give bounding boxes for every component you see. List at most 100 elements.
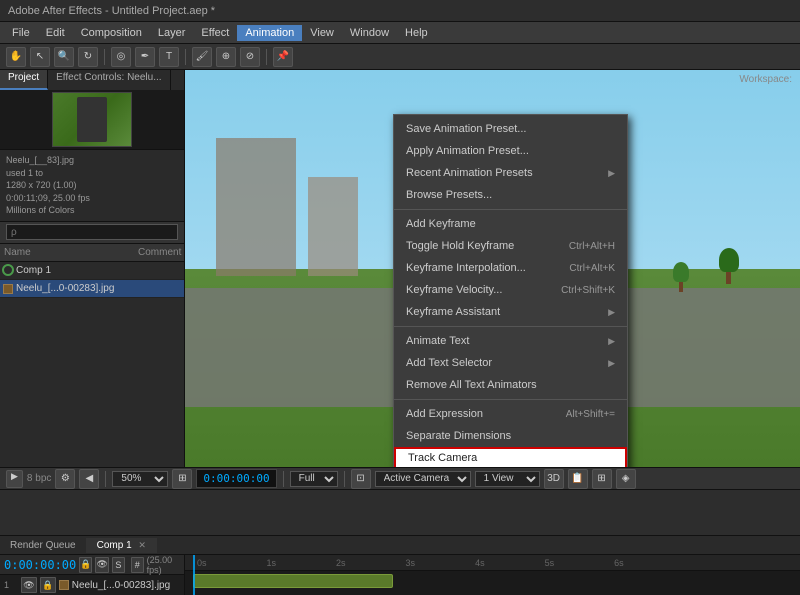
btn-view-options[interactable]: ⊡ (351, 469, 371, 489)
mark-3: 3s (406, 558, 416, 568)
btn-visibility[interactable]: 👁 (95, 557, 108, 573)
btn-layer-lock[interactable]: 🔒 (40, 577, 56, 593)
menu-edit[interactable]: Edit (38, 25, 73, 41)
toolbar-select-tool[interactable]: ↖ (30, 47, 50, 67)
menu-remove-all-text-animators[interactable]: Remove All Text Animators (394, 374, 627, 396)
camera-select[interactable]: Active Camera (375, 471, 471, 487)
animation-dropdown-menu: Save Animation Preset... Apply Animation… (393, 114, 628, 467)
left-panel: Project Effect Controls: Neelu... Neelu_… (0, 70, 185, 467)
toolbar-camera-tool[interactable]: ◎ (111, 47, 131, 67)
menu-label: Toggle Hold Keyframe (406, 240, 514, 252)
layer-name-1: Neelu_[...0-00283].jpg (59, 580, 180, 591)
timeline-controls: 0:00:00:00 🔒 👁 S # (25.00 fps) (0, 555, 184, 575)
btn-settings[interactable]: ⚙ (55, 469, 75, 489)
sep (105, 471, 106, 487)
file-used: used 1 to (6, 167, 178, 180)
menu-label: Keyframe Assistant (406, 306, 500, 318)
separator-1 (394, 209, 627, 210)
comp1-tab-label: Comp 1 (97, 540, 132, 551)
project-search-input[interactable] (6, 224, 178, 240)
menu-animation[interactable]: Animation (237, 25, 302, 41)
btn-grid[interactable]: ⊞ (592, 469, 612, 489)
toolbar-text-tool[interactable]: T (159, 47, 179, 67)
btn-comp-settings[interactable]: 📋 (568, 469, 588, 489)
sep3 (344, 471, 345, 487)
submenu-arrow: ▶ (608, 168, 615, 179)
layer-row-1[interactable]: 1 👁 🔒 Neelu_[...0-00283].jpg (0, 575, 184, 595)
btn-frame-rate[interactable]: # (131, 557, 144, 573)
sep2 (283, 471, 284, 487)
timeline-playhead[interactable] (193, 555, 195, 595)
zoom-select[interactable]: 50% 100% (112, 471, 168, 487)
menu-keyframe-velocity[interactable]: Keyframe Velocity... Ctrl+Shift+K (394, 279, 627, 301)
btn-transparency[interactable]: ◈ (616, 469, 636, 489)
toolbar-rotate-tool[interactable]: ↻ (78, 47, 98, 67)
menu-separate-dimensions[interactable]: Separate Dimensions (394, 425, 627, 447)
file-color: Millions of Colors (6, 204, 178, 217)
quality-select[interactable]: Full Half (290, 471, 338, 487)
layer-img-icon (59, 580, 69, 591)
menu-add-expression[interactable]: Add Expression Alt+Shift+= (394, 403, 627, 425)
menu-add-keyframe[interactable]: Add Keyframe (394, 213, 627, 235)
shortcut: Ctrl+Alt+H (569, 241, 615, 252)
menu-apply-animation-preset[interactable]: Apply Animation Preset... (394, 140, 627, 162)
comp-controls-row: ▶ 8 bpc ⚙ ◀ 50% 100% ⊞ 0:00:00:00 Full H… (0, 468, 800, 490)
file-row-comp1[interactable]: Comp 1 (0, 262, 184, 280)
btn-preview[interactable]: ◀ (79, 469, 99, 489)
bottom-toolbar: ▶ 8 bpc ⚙ ◀ 50% 100% ⊞ 0:00:00:00 Full H… (0, 467, 800, 535)
toolbar-brush-tool[interactable]: 🖌 (192, 47, 212, 67)
timeline-ruler: 0s 1s 2s 3s 4s 5s 6s (185, 555, 800, 571)
menu-animate-text[interactable]: Animate Text ▶ (394, 330, 627, 352)
file-row-image[interactable]: Neelu_[...0-00283].jpg (0, 280, 184, 298)
menu-browse-presets[interactable]: Browse Presets... (394, 184, 627, 206)
toolbar-eraser-tool[interactable]: ⊘ (240, 47, 260, 67)
mark-0: 0s (197, 558, 207, 568)
track-bar-1[interactable] (193, 574, 393, 588)
btn-render-queue[interactable]: ▶ (6, 470, 23, 488)
shortcut: Alt+Shift+= (566, 409, 615, 420)
tab-comp1[interactable]: Comp 1 ✕ (87, 538, 157, 553)
menu-help[interactable]: Help (397, 25, 436, 41)
toolbar-hand-tool[interactable]: ✋ (6, 47, 26, 67)
menu-layer[interactable]: Layer (150, 25, 194, 41)
menu-track-camera[interactable]: Track Camera (394, 447, 627, 467)
menu-effect[interactable]: Effect (193, 25, 237, 41)
file-list-header: Name Comment (0, 244, 184, 262)
tab-render-queue[interactable]: Render Queue (0, 538, 87, 553)
thumbnail-image (52, 92, 132, 147)
menu-window[interactable]: Window (342, 25, 397, 41)
menu-save-animation-preset[interactable]: Save Animation Preset... (394, 118, 627, 140)
tab-effect-controls[interactable]: Effect Controls: Neelu... (48, 70, 170, 90)
btn-layer-visibility[interactable]: 👁 (21, 577, 37, 593)
menu-label: Remove All Text Animators (406, 379, 537, 391)
toolbar-zoom-tool[interactable]: 🔍 (54, 47, 74, 67)
btn-lock[interactable]: 🔒 (79, 557, 92, 573)
timeline-panel: Render Queue Comp 1 ✕ 0:00:00:00 🔒 👁 S #… (0, 535, 800, 595)
menu-view[interactable]: View (302, 25, 342, 41)
menu-keyframe-interpolation[interactable]: Keyframe Interpolation... Ctrl+Alt+K (394, 257, 627, 279)
toolbar-stamp-tool[interactable]: ⊕ (216, 47, 236, 67)
viewport[interactable]: Workspace: Save Animation Preset... Appl… (185, 70, 800, 467)
menu-toggle-hold-keyframe[interactable]: Toggle Hold Keyframe Ctrl+Alt+H (394, 235, 627, 257)
toolbar-puppet-tool[interactable]: 📌 (273, 47, 293, 67)
btn-solo[interactable]: S (112, 557, 125, 573)
tree-trunk-1 (726, 272, 731, 284)
views-select[interactable]: 1 View 2 Views (475, 471, 540, 487)
toolbar-pen-tool[interactable]: ✒ (135, 47, 155, 67)
menu-recent-animation-presets[interactable]: Recent Animation Presets ▶ (394, 162, 627, 184)
btn-3d-toggle[interactable]: 3D (544, 469, 564, 489)
menu-composition[interactable]: Composition (73, 25, 150, 41)
btn-zoom-fit[interactable]: ⊞ (172, 469, 192, 489)
menu-file[interactable]: File (4, 25, 38, 41)
close-tab-icon[interactable]: ✕ (138, 540, 146, 550)
menu-label: Track Camera (408, 452, 477, 464)
menu-label: Add Keyframe (406, 218, 476, 230)
menu-add-text-selector[interactable]: Add Text Selector ▶ (394, 352, 627, 374)
menu-label: Animate Text (406, 335, 469, 347)
menu-label: Add Text Selector (406, 357, 492, 369)
tab-project[interactable]: Project (0, 70, 48, 90)
main-area: Project Effect Controls: Neelu... Neelu_… (0, 70, 800, 467)
mark-6: 6s (614, 558, 624, 568)
menu-keyframe-assistant[interactable]: Keyframe Assistant ▶ (394, 301, 627, 323)
tree-top-2 (673, 262, 689, 282)
